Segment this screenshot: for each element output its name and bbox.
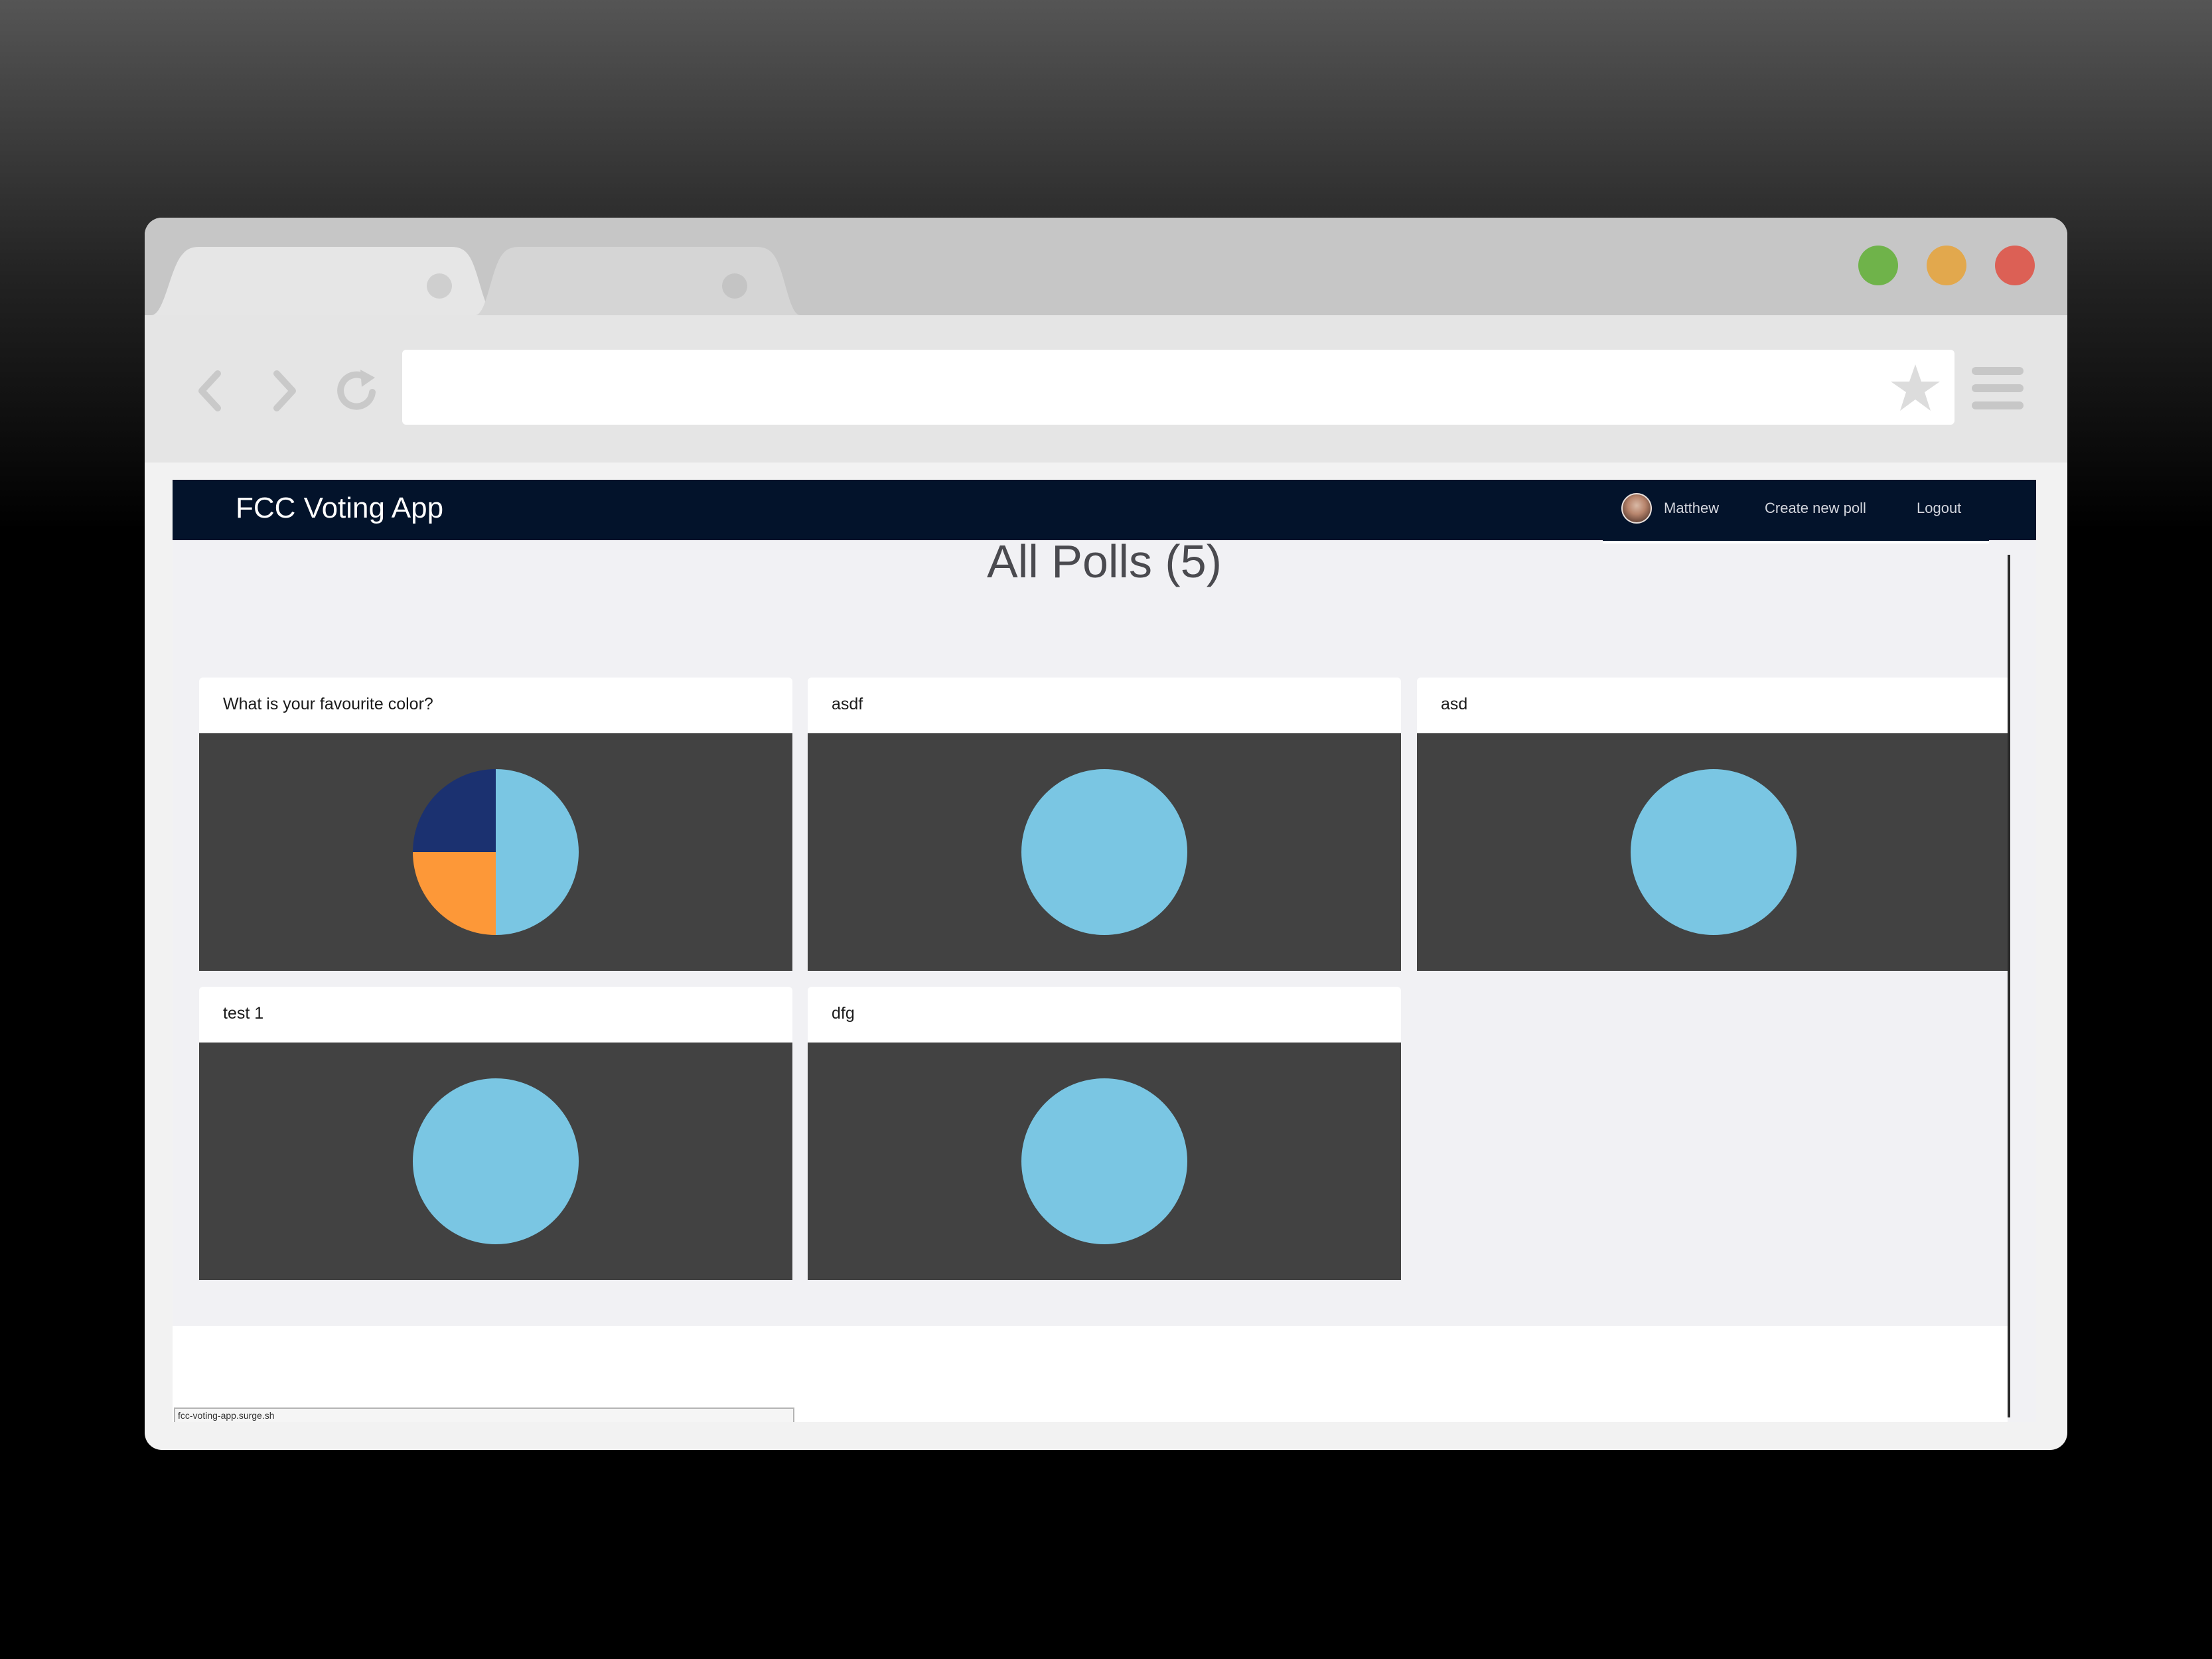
maximize-button[interactable] — [1858, 246, 1898, 285]
pie-slice — [413, 852, 496, 935]
pie-chart — [1021, 1078, 1187, 1244]
user-avatar[interactable] — [1621, 493, 1652, 524]
pie-chart — [1631, 769, 1797, 935]
bookmark-star-icon[interactable] — [1889, 362, 1941, 413]
poll-card[interactable]: What is your favourite color? — [199, 678, 792, 971]
pie-chart — [1021, 769, 1187, 935]
poll-card[interactable]: dfg — [808, 987, 1401, 1280]
browser-tab[interactable] — [475, 247, 800, 315]
minimize-button[interactable] — [1927, 246, 1966, 285]
app-navbar: FCC Voting App Matthew Create new poll L… — [173, 480, 2036, 543]
browser-window: FCC Voting App Matthew Create new poll L… — [145, 218, 2067, 1450]
poll-title[interactable]: asd — [1441, 695, 1467, 714]
poll-title[interactable]: test 1 — [223, 1004, 263, 1023]
poll-chart — [199, 733, 792, 971]
pie-slice — [413, 1078, 579, 1244]
tab-close-icon[interactable] — [722, 273, 747, 299]
pie-chart — [413, 1078, 579, 1244]
create-poll-link[interactable]: Create new poll — [1765, 500, 1866, 517]
back-arrow-icon[interactable] — [186, 366, 236, 416]
poll-card[interactable]: asdf — [808, 678, 1401, 971]
poll-card-header: asd — [1417, 678, 2010, 733]
status-bar-url: fcc-voting-app.surge.sh — [174, 1407, 794, 1422]
poll-card-header: test 1 — [199, 987, 792, 1043]
pie-slice — [1021, 1078, 1187, 1244]
menu-hamburger-icon[interactable] — [1972, 362, 2025, 415]
poll-chart — [1417, 733, 2010, 971]
pie-slice — [413, 769, 496, 852]
scrollbar-edge — [2008, 555, 2010, 1417]
pie-slice — [1021, 769, 1187, 935]
page-viewport: FCC Voting App Matthew Create new poll L… — [173, 480, 2036, 1422]
poll-chart — [808, 1043, 1401, 1280]
logout-link[interactable]: Logout — [1917, 500, 1961, 517]
tab-strip — [145, 218, 2067, 315]
forward-arrow-icon[interactable] — [258, 366, 309, 416]
close-window-button[interactable] — [1995, 246, 2035, 285]
tab-close-icon[interactable] — [427, 273, 452, 299]
page-title: All Polls (5) — [987, 536, 1222, 587]
poll-title[interactable]: asdf — [832, 695, 863, 714]
poll-card[interactable]: test 1 — [199, 987, 792, 1280]
poll-chart — [808, 733, 1401, 971]
browser-toolbar — [145, 315, 2067, 463]
poll-card-header: dfg — [808, 987, 1401, 1043]
pie-chart — [413, 769, 579, 935]
app-brand[interactable]: FCC Voting App — [236, 492, 443, 525]
pie-slice — [496, 769, 579, 935]
nav-user-link[interactable]: Matthew — [1664, 500, 1719, 517]
poll-title[interactable]: dfg — [832, 1004, 855, 1023]
browser-tab-active[interactable] — [151, 247, 496, 315]
address-bar[interactable] — [402, 350, 1954, 425]
poll-title[interactable]: What is your favourite color? — [223, 695, 433, 714]
poll-chart — [199, 1043, 792, 1280]
nav-links: Matthew Create new poll Logout — [1603, 480, 1989, 543]
poll-card[interactable]: asd — [1417, 678, 2010, 971]
pie-slice — [1631, 769, 1797, 935]
poll-card-header: asdf — [808, 678, 1401, 733]
poll-card-header: What is your favourite color? — [199, 678, 792, 733]
reload-icon[interactable] — [331, 366, 382, 416]
